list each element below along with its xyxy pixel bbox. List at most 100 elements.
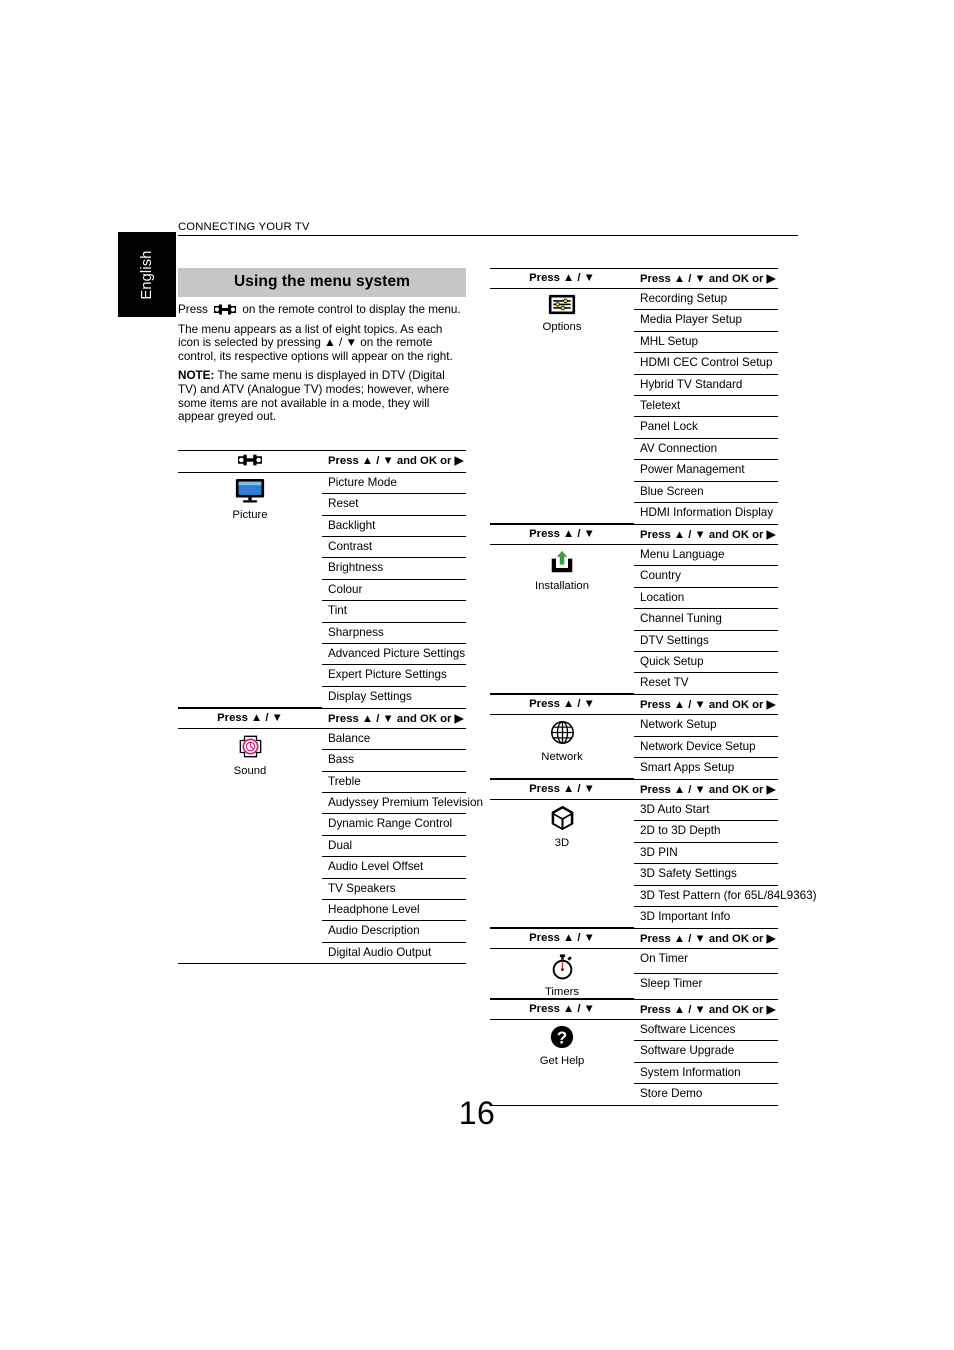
menu-option[interactable]: Digital Audio Output [322,942,466,965]
menu-table-picture: Press ▲ / ▼ and OK or ▶ Picture Picture … [178,449,466,708]
header-press-ok: Press ▲ / ▼ and OK or ▶ [634,779,778,801]
menu-table-network: Press ▲ / ▼ Press ▲ / ▼ and OK or ▶ Netw… [490,694,778,780]
menu-option[interactable]: Reset TV [634,673,778,694]
menu-option[interactable]: Software Upgrade [634,1040,778,1063]
menu-option[interactable]: Audyssey Premium Television [322,792,483,815]
menu-option[interactable]: Dynamic Range Control [322,813,466,836]
sound-icon [238,734,263,759]
menu-icon-cell-picture[interactable]: Picture [178,472,322,708]
header-press-ok: Press ▲ / ▼ and OK or ▶ [634,927,778,949]
cube-3d-icon [550,805,575,831]
menu-option[interactable]: Audio Level Offset [322,856,466,879]
menu-option[interactable]: Media Player Setup [634,309,778,332]
installation-icon [549,550,575,574]
menu-option[interactable]: System Information [634,1062,778,1085]
menu-option[interactable]: Power Management [634,459,778,482]
menu-option[interactable]: Bass [322,749,466,772]
menu-option[interactable]: Balance [322,728,466,751]
intro-paragraph-2: The menu appears as a list of eight topi… [178,322,453,363]
table-body-row: ? Get Help Software Licences [490,1019,778,1106]
menu-option[interactable]: Advanced Picture Settings [322,643,466,666]
menu-option[interactable]: Panel Lock [634,416,778,439]
stopwatch-icon [551,954,574,980]
table-header-row: Press ▲ / ▼ Press ▲ / ▼ and OK or ▶ [490,998,778,1020]
menu-icon-cell-timers[interactable]: Timers [490,948,634,999]
menu-option[interactable]: Expert Picture Settings [322,664,466,687]
menu-option[interactable]: MHL Setup [634,331,778,354]
intro-paragraph-1: Press on the remote control to display t… [178,303,466,317]
header-press-updown: Press ▲ / ▼ [490,998,634,1020]
table-body-row: Installation Menu Language [490,544,778,695]
note-label: NOTE: [178,369,215,383]
menu-option[interactable]: Treble [322,771,466,793]
menu-option[interactable]: Store Demo [634,1083,778,1106]
header-press-ok: Press ▲ / ▼ and OK or ▶ [322,707,466,729]
menu-option[interactable]: Sharpness [322,622,466,645]
menu-option[interactable]: Colour [322,579,466,602]
menu-option[interactable]: Brightness [322,557,466,580]
menu-option[interactable]: On Timer [634,948,778,975]
menu-option[interactable]: Country [634,565,778,588]
menu-table-timers: Press ▲ / ▼ Press ▲ / ▼ and OK or ▶ Time… [490,927,778,999]
menu-option[interactable]: Hybrid TV Standard [634,374,778,397]
menu-option[interactable]: Blue Screen [634,481,778,504]
menu-icon-cell-get-help[interactable]: ? Get Help [490,1019,634,1106]
menu-option[interactable]: Menu Language [634,544,778,567]
menu-option[interactable]: 3D Safety Settings [634,863,778,886]
menu-table-options: Press ▲ / ▼ Press ▲ / ▼ and OK or ▶ Opti… [490,268,778,524]
menu-option[interactable]: 3D Test Pattern (for 65L/84L9363) [634,885,817,908]
menu-icon-cell-installation[interactable]: Installation [490,544,634,695]
menu-icon-label-options: Options [542,321,582,333]
table-header-row: Press ▲ / ▼ and OK or ▶ [178,449,466,473]
language-tab: English [118,232,176,317]
menu-option[interactable]: HDMI CEC Control Setup [634,352,778,375]
menu-option[interactable]: Sleep Timer [634,974,778,999]
menu-option[interactable]: DTV Settings [634,630,778,653]
menu-option[interactable]: Backlight [322,515,466,537]
menu-option[interactable]: Tint [322,600,466,623]
table-header-row: Press ▲ / ▼ Press ▲ / ▼ and OK or ▶ [490,927,778,949]
header-press-ok: Press ▲ / ▼ and OK or ▶ [634,998,778,1020]
menu-option[interactable]: Channel Tuning [634,608,778,631]
header-press-ok: Press ▲ / ▼ and OK or ▶ [634,268,778,289]
menu-option[interactable]: Network Device Setup [634,736,778,759]
menu-icon-cell-3d[interactable]: 3D [490,799,634,928]
menu-option[interactable]: 3D Auto Start [634,799,778,822]
menu-option[interactable]: Location [634,587,778,610]
table-header-row: Press ▲ / ▼ Press ▲ / ▼ and OK or ▶ [490,779,778,801]
menu-option[interactable]: Display Settings [322,686,466,707]
menu-option[interactable]: Reset [322,493,466,516]
menu-option[interactable]: Picture Mode [322,472,466,495]
menu-option[interactable]: Dual [322,835,466,858]
menu-option[interactable]: Smart Apps Setup [634,758,778,779]
menu-option[interactable]: Teletext [634,395,778,418]
menu-option[interactable]: Software Licences [634,1019,778,1042]
menu-table-get-help: Press ▲ / ▼ Press ▲ / ▼ and OK or ▶ ? Ge… [490,998,778,1106]
header-press-updown: Press ▲ / ▼ [490,694,634,716]
menu-option[interactable]: 3D PIN [634,842,778,865]
menu-icon-cell-sound[interactable]: Sound [178,728,322,965]
menu-icon-cell-network[interactable]: Network [490,714,634,780]
menu-option[interactable]: Headphone Level [322,899,466,922]
menu-option[interactable]: Audio Description [322,920,466,943]
menu-option[interactable]: TV Speakers [322,878,466,900]
menu-option[interactable]: AV Connection [634,438,778,461]
header-press-updown: Press ▲ / ▼ [490,268,634,289]
menu-icon-cell-options[interactable]: Options [490,288,634,524]
menu-option[interactable]: Network Setup [634,714,778,737]
right-column: Press ▲ / ▼ Press ▲ / ▼ and OK or ▶ Opti… [490,268,817,1106]
menu-option[interactable]: 2D to 3D Depth [634,820,778,843]
running-head: CONNECTING YOUR TV [178,221,310,233]
menu-option[interactable]: Recording Setup [634,288,778,311]
table-footer-row [178,964,466,965]
table-header-row: Press ▲ / ▼ Press ▲ / ▼ and OK or ▶ [490,268,778,289]
menu-option[interactable]: Contrast [322,536,466,559]
menu-option[interactable]: 3D Important Info [634,907,778,928]
menu-table-3d: Press ▲ / ▼ Press ▲ / ▼ and OK or ▶ 3D 3… [490,779,817,928]
header-press-updown: Press ▲ / ▼ [490,927,634,949]
table-body-row: Timers On Timer [490,948,778,999]
menu-icon-label-installation: Installation [534,579,589,592]
menu-option[interactable]: HDMI Information Display [634,503,778,524]
menu-option[interactable]: Quick Setup [634,651,778,674]
wrench-icon [213,304,237,315]
